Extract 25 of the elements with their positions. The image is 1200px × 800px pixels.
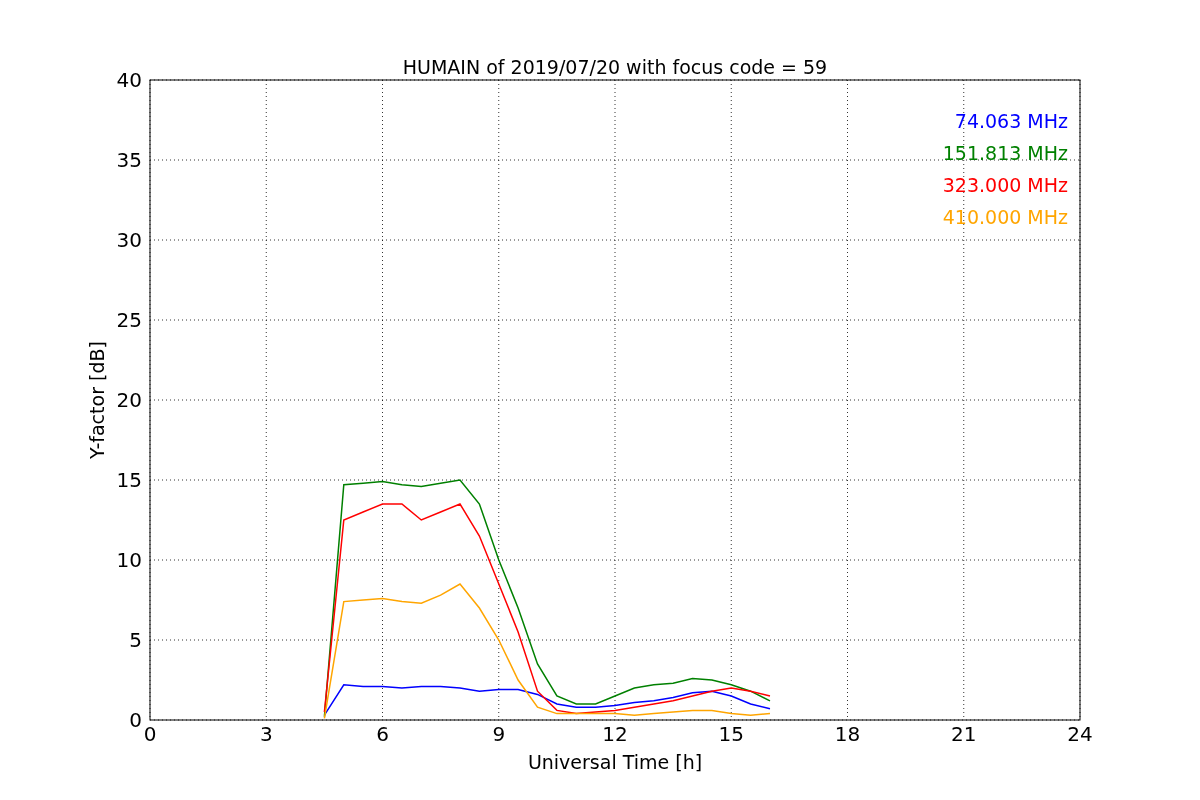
x-tick-label: 6 [376, 722, 389, 746]
legend-label: 323.000 MHz [942, 174, 1068, 196]
x-tick-label: 15 [718, 722, 744, 746]
y-tick-label: 35 [116, 148, 142, 172]
y-tick-label: 15 [116, 468, 142, 492]
y-tick-label: 0 [129, 708, 142, 732]
x-tick-label: 24 [1067, 722, 1093, 746]
x-tick-label: 0 [143, 722, 157, 746]
legend-label: 74.063 MHz [954, 110, 1068, 132]
x-tick-label: 3 [259, 722, 273, 746]
y-tick-label: 10 [116, 548, 142, 572]
y-axis-label: Y-factor [dB] [86, 341, 108, 459]
y-tick-label: 20 [116, 388, 142, 412]
x-axis-label: Universal Time [h] [527, 751, 703, 773]
x-tick-label: 9 [492, 722, 506, 746]
x-tick-label: 12 [602, 722, 628, 746]
y-tick-label: 40 [116, 68, 142, 92]
y-tick-label: 5 [129, 628, 142, 652]
x-tick-label: 18 [834, 722, 861, 746]
y-tick-label: 25 [116, 308, 142, 332]
y-tick-label: 30 [116, 228, 142, 252]
legend-label: 410.000 MHz [942, 206, 1068, 228]
legend-label: 151.813 MHz [942, 142, 1068, 164]
chart-title: HUMAIN of 2019/07/20 with focus code = 59 [402, 56, 828, 78]
x-tick-label: 21 [951, 722, 977, 746]
